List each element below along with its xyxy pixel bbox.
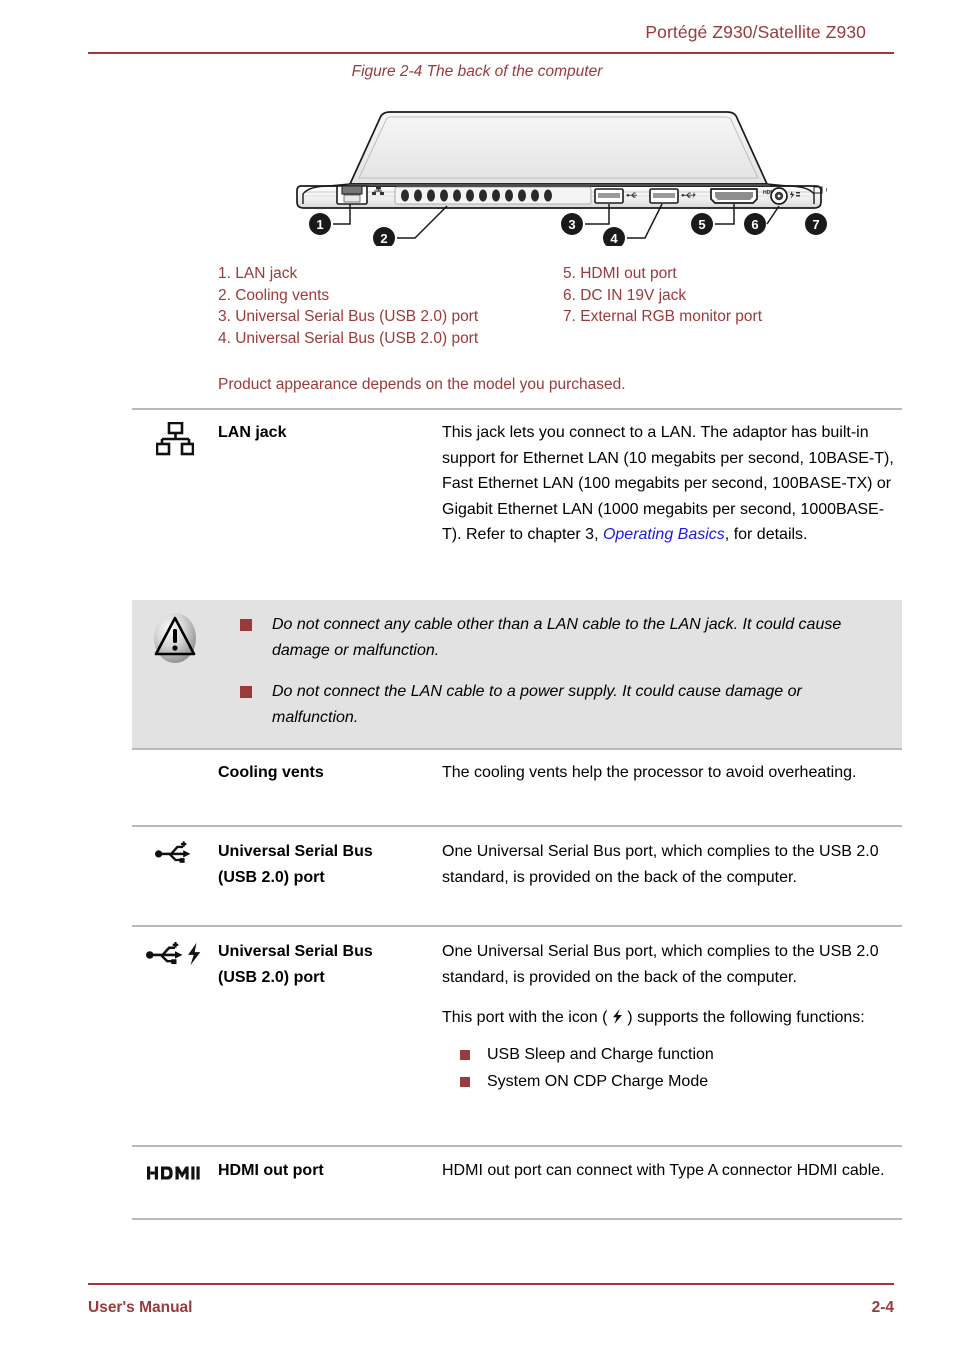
legend-item: 6. DC IN 19V jack [563, 286, 687, 304]
legend-item: 7. External RGB monitor port [563, 308, 762, 325]
svg-text:2: 2 [380, 231, 387, 246]
svg-text:4: 4 [610, 231, 618, 246]
hdmi-icon-cell [132, 1156, 218, 1182]
svg-text:3: 3 [568, 217, 575, 232]
legend-column-right: 5. HDMI out port 6. DC IN 19V jack 7. Ex… [563, 263, 893, 349]
warning-triangle-icon [154, 613, 196, 663]
spec-definition-usb-port: One Universal Serial Bus port, which com… [442, 837, 902, 890]
spec-definition-lan-jack: This jack lets you connect to a LAN. The… [442, 418, 902, 548]
usb-term-line2: (USB 2.0) port [218, 868, 325, 886]
usb-charge-term-line1: Universal Serial Bus [218, 943, 373, 960]
usb-charge-definition: One Universal Serial Bus port, which com… [442, 943, 879, 986]
usb-charge-definition2: This port with the icon ( ) supports the… [442, 1005, 894, 1031]
legend-item: 4. Universal Serial Bus (USB 2.0) port [218, 329, 479, 347]
spec-definition-hdmi-out-port: HDMI out port can connect with Type A co… [442, 1156, 902, 1184]
figure-callouts: 1 2 3 4 5 6 7 [309, 213, 827, 246]
usb-charge-def2-suffix: ) supports the following functions: [622, 1009, 865, 1026]
page-footer: User's Manual 2-4 [88, 1299, 894, 1317]
spec-term-lan-jack: LAN jack [218, 424, 287, 441]
usb-term-line1: Universal Serial Bus [218, 843, 373, 860]
svg-text:5: 5 [698, 217, 705, 232]
footer-divider [88, 1283, 894, 1285]
footer-page-number: 2-4 [871, 1299, 894, 1316]
spec-term-cooling-vents: Cooling vents [218, 764, 324, 781]
spec-definition-cooling-vents: The cooling vents help the processor to … [442, 758, 902, 786]
diagram-cooling-vents [394, 186, 592, 205]
cooling-vents-icon-cell [132, 758, 218, 762]
usb-charge-feature: USB Sleep and Charge function [442, 1041, 894, 1068]
warning-item: Do not connect any cable other than a LA… [218, 612, 872, 663]
legend-item: 1. LAN jack [218, 265, 298, 282]
lightning-bolt-inline-icon [612, 1009, 622, 1024]
header-divider [88, 52, 894, 54]
laptop-back-diagram: HDMI 1 2 3 4 5 6 7 [296, 111, 827, 246]
row-divider [132, 1218, 902, 1220]
lan-definition-part2: , for details. [724, 526, 808, 543]
hdmi-icon [147, 1166, 200, 1180]
svg-text:1: 1 [316, 217, 323, 232]
usb-icon [155, 841, 191, 863]
legend-item: 2. Cooling vents [218, 286, 330, 304]
operating-basics-link[interactable]: Operating Basics [603, 526, 725, 543]
hdmi-definition: HDMI out port can connect with Type A co… [442, 1162, 885, 1179]
legend-item: 3. Universal Serial Bus (USB 2.0) port [218, 308, 479, 325]
usb-charge-feature-list: USB Sleep and Charge function System ON … [442, 1041, 894, 1095]
spec-row-hdmi-out-port: HDMI out port HDMI out port can connect … [132, 1145, 902, 1184]
lan-jack-icon-cell [132, 418, 218, 456]
figure-caption: Figure 2-4 The back of the computer [351, 63, 603, 80]
warning-icon-cell [132, 600, 218, 664]
figure-legend: 1. LAN jack 2. Cooling vents 3. Universa… [218, 263, 898, 349]
spec-row-usb-charge-port: Universal Serial Bus (USB 2.0) port One … [132, 925, 902, 1095]
product-appearance-note: Product appearance depends on the model … [218, 376, 626, 393]
svg-text:6: 6 [751, 217, 758, 232]
header-title: Portégé Z930/Satellite Z930 [645, 22, 866, 42]
usb-icon-cell [132, 837, 218, 865]
spec-row-lan-jack: LAN jack This jack lets you connect to a… [132, 408, 902, 548]
warning-box: Do not connect any cable other than a LA… [132, 600, 902, 748]
usb-charge-icon [146, 942, 201, 966]
spec-term-usb-charge-port: Universal Serial Bus (USB 2.0) port [218, 937, 442, 990]
footer-manual-label: User's Manual [88, 1299, 193, 1316]
usb-charge-term-line2: (USB 2.0) port [218, 968, 325, 986]
spec-row-usb-port: Universal Serial Bus (USB 2.0) port One … [132, 825, 902, 890]
warning-body: Do not connect any cable other than a LA… [218, 600, 902, 748]
cooling-vents-definition: The cooling vents help the processor to … [442, 764, 857, 781]
spec-term-hdmi-out-port: HDMI out port [218, 1162, 324, 1179]
figure-back-of-computer: HDMI 1 2 3 4 5 6 7 [287, 96, 827, 246]
usb-charge-feature: System ON CDP Charge Mode [442, 1068, 894, 1095]
usb-charge-def2-prefix: This port with the icon ( [442, 1009, 612, 1026]
svg-text:7: 7 [812, 217, 819, 232]
lan-jack-icon [156, 422, 194, 456]
manual-page: Portégé Z930/Satellite Z930 Figure 2-4 T… [0, 0, 954, 1345]
usb-charge-icon-cell [132, 937, 218, 967]
warning-item: Do not connect the LAN cable to a power … [218, 679, 872, 730]
spec-definition-usb-charge-port: One Universal Serial Bus port, which com… [442, 937, 902, 1095]
spec-row-cooling-vents: Cooling vents The cooling vents help the… [132, 748, 902, 786]
legend-item: 5. HDMI out port [563, 265, 677, 282]
usb-definition: One Universal Serial Bus port, which com… [442, 843, 879, 886]
page-header: Portégé Z930/Satellite Z930 [88, 22, 866, 43]
legend-column-left: 1. LAN jack 2. Cooling vents 3. Universa… [218, 263, 563, 349]
spec-term-usb-port: Universal Serial Bus (USB 2.0) port [218, 837, 442, 890]
